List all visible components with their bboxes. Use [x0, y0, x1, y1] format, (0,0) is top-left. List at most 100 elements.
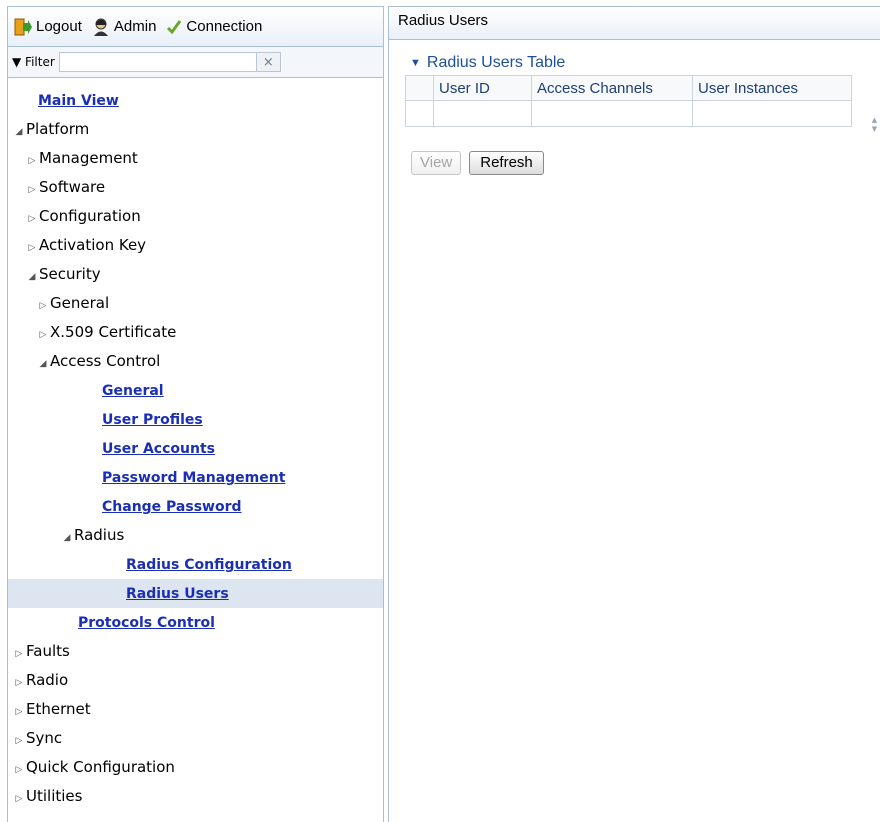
filter-toggle[interactable]: ▼ Filter — [12, 55, 55, 69]
scroll-down-icon: ▼ — [871, 125, 878, 133]
table-cell — [692, 100, 852, 127]
tree-item[interactable]: ▷ Utilities — [8, 782, 383, 811]
collapse-triangle-icon: ▼ — [410, 57, 421, 69]
tree-label: Quick Configuration — [26, 758, 175, 776]
collapsed-arrow-icon[interactable]: ▷ — [25, 234, 39, 263]
expanded-arrow-icon[interactable]: ◢ — [12, 118, 26, 147]
logout-icon — [14, 18, 32, 35]
expanded-arrow-icon[interactable]: ◢ — [36, 350, 50, 379]
content-panel: Radius Users ▼ Radius Users Table User I… — [388, 6, 880, 822]
collapsed-arrow-icon[interactable]: ▷ — [12, 698, 26, 727]
navigation-tree: Main View ◢ Platform ▷ Management ▷ Software ▷ C… — [8, 78, 383, 811]
table-cell — [405, 100, 434, 127]
tree-label: Sync — [26, 729, 63, 747]
tree-item[interactable]: ◢ Platform — [8, 115, 383, 144]
tree-item[interactable]: Radius Configuration — [8, 550, 383, 579]
tree-link[interactable]: Radius Configuration — [126, 557, 292, 573]
collapsed-arrow-icon[interactable]: ▷ — [36, 321, 50, 350]
tree-item[interactable]: ◢ Security — [8, 260, 383, 289]
table-cell — [531, 100, 693, 127]
tree-item[interactable]: Radius Users — [8, 579, 383, 608]
tree-item[interactable]: ▷ Radio — [8, 666, 383, 695]
tree-item[interactable]: ▷ Sync — [8, 724, 383, 753]
tree-label: Access Control — [50, 352, 161, 370]
tree-label: Radio — [26, 671, 69, 689]
collapsed-arrow-icon[interactable]: ▷ — [25, 176, 39, 205]
tree-label: Faults — [26, 642, 70, 660]
page-title: Radius Users — [389, 7, 880, 40]
tree-item[interactable]: ▷ X.509 Certificate — [8, 318, 383, 347]
tree-item[interactable]: Password Management — [8, 463, 383, 492]
expanded-arrow-icon[interactable]: ◢ — [60, 524, 74, 553]
column-header-user-id[interactable]: User ID — [433, 75, 532, 101]
admin-link[interactable]: Admin — [92, 18, 157, 36]
connection-label: Connection — [186, 18, 263, 35]
tree-item[interactable]: Main View — [8, 86, 383, 115]
collapsed-arrow-icon[interactable]: ▷ — [12, 669, 26, 698]
tree-label: Software — [39, 178, 106, 196]
collapsed-arrow-icon[interactable]: ▷ — [25, 205, 39, 234]
select-column-header[interactable] — [405, 75, 434, 101]
tree-item[interactable]: ▷ Management — [8, 144, 383, 173]
admin-user-icon — [93, 18, 108, 36]
tree-label: Management — [39, 149, 138, 167]
tree-item[interactable]: ▷ Faults — [8, 637, 383, 666]
navigation-panel: Logout Admin Connection ▼ Filter × Main … — [7, 6, 384, 822]
tree-link[interactable]: User Profiles — [102, 412, 203, 428]
filter-clear-button[interactable]: × — [256, 52, 281, 72]
tree-item[interactable]: User Accounts — [8, 434, 383, 463]
tree-link[interactable]: Main View — [38, 93, 119, 109]
logout-label: Logout — [36, 18, 82, 35]
tree-label: General — [50, 294, 110, 312]
view-button[interactable]: View — [411, 151, 462, 175]
connection-link[interactable]: Connection — [166, 18, 262, 35]
tree-label: Utilities — [26, 787, 83, 805]
tree-label: Activation Key — [39, 236, 147, 254]
tree-label: Configuration — [39, 207, 141, 225]
tree-label: Security — [39, 265, 101, 283]
admin-label: Admin — [113, 18, 157, 35]
tree-link[interactable]: Protocols Control — [78, 615, 215, 631]
table-cell — [433, 100, 532, 127]
tree-item[interactable]: Change Password — [8, 492, 383, 521]
column-header-access-channels[interactable]: Access Channels — [531, 75, 693, 101]
tree-link[interactable]: Password Management — [102, 470, 285, 486]
tree-label: X.509 Certificate — [50, 323, 177, 341]
table-row[interactable] — [405, 100, 852, 127]
column-header-user-instances[interactable]: User Instances — [692, 75, 852, 101]
tree-item[interactable]: ▷ Configuration — [8, 202, 383, 231]
expanded-arrow-icon[interactable]: ◢ — [25, 263, 39, 292]
collapsed-arrow-icon[interactable]: ▷ — [25, 147, 39, 176]
refresh-button[interactable]: Refresh — [469, 151, 544, 175]
tree-label: Ethernet — [26, 700, 91, 718]
collapsed-arrow-icon[interactable]: ▷ — [36, 292, 50, 321]
tree-link[interactable]: Radius Users — [126, 586, 229, 602]
collapsed-arrow-icon[interactable]: ▷ — [12, 727, 26, 756]
tree-label: Platform — [26, 120, 90, 138]
logout-link[interactable]: Logout — [14, 18, 82, 36]
tree-item[interactable]: Protocols Control — [8, 608, 383, 637]
tree-item[interactable]: ▷ Activation Key — [8, 231, 383, 260]
collapsed-arrow-icon[interactable]: ▷ — [12, 785, 26, 814]
collapsed-arrow-icon[interactable]: ▷ — [12, 756, 26, 785]
tree-item[interactable]: ▷ Quick Configuration — [8, 753, 383, 782]
tree-item[interactable]: ▷ Ethernet — [8, 695, 383, 724]
tree-label: Radius — [74, 526, 125, 544]
section-title: Radius Users Table — [426, 54, 566, 71]
tree-link[interactable]: General — [102, 383, 164, 399]
tree-item[interactable]: ▷ Software — [8, 173, 383, 202]
filter-input[interactable] — [58, 52, 257, 72]
collapsed-arrow-icon[interactable]: ▷ — [12, 640, 26, 669]
table-scrollbar[interactable]: ▲ ▼ — [868, 111, 880, 139]
tree-link[interactable]: Change Password — [102, 499, 242, 515]
tree-link[interactable]: User Accounts — [102, 441, 215, 457]
tree-item[interactable]: ▷ General — [8, 289, 383, 318]
tree-item[interactable]: ◢ Access Control — [8, 347, 383, 376]
top-toolbar: Logout Admin Connection — [8, 7, 383, 47]
table-header-row: User ID Access Channels User Instances — [405, 75, 852, 101]
tree-item[interactable]: ◢ Radius — [8, 521, 383, 550]
section-header[interactable]: ▼ Radius Users Table — [410, 54, 880, 72]
scroll-up-icon: ▲ — [871, 116, 878, 124]
tree-item[interactable]: General — [8, 376, 383, 405]
tree-item[interactable]: User Profiles — [8, 405, 383, 434]
